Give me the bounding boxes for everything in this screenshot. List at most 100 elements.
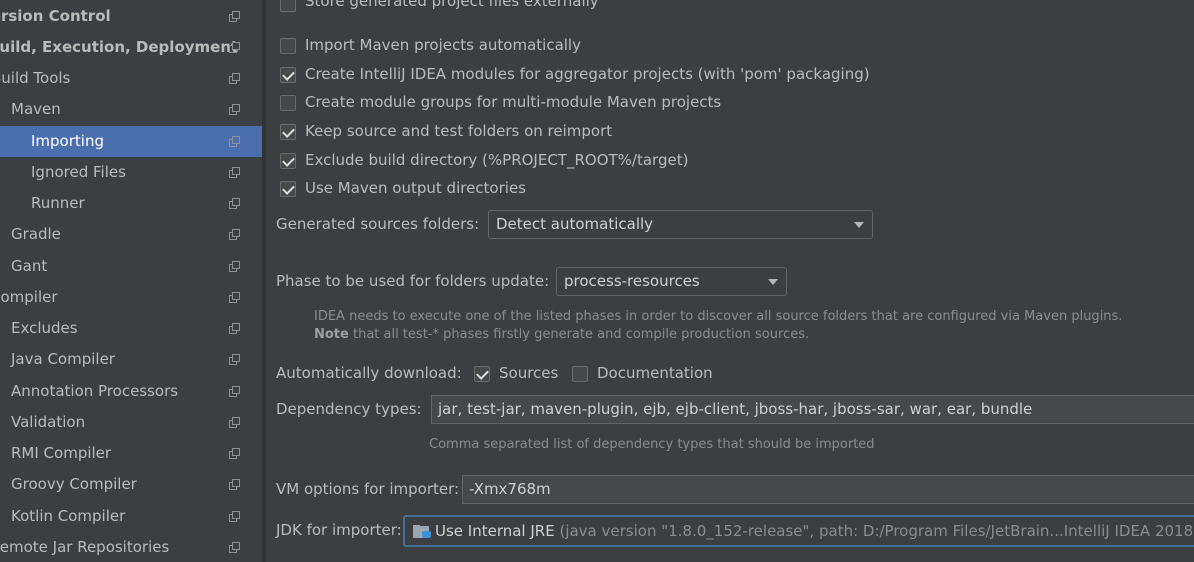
dependency-types-hint: Comma separated list of dependency types… [429, 437, 875, 452]
tree-item-gant[interactable]: Gant [0, 251, 262, 282]
use-maven-output-option[interactable]: Use Maven output directories [280, 179, 880, 201]
project-settings-icon [229, 386, 240, 397]
download-documentation-option[interactable]: Documentation [572, 364, 713, 386]
checkbox-label: Import Maven projects automatically [305, 36, 581, 54]
phase-hint-note: Note [314, 327, 349, 342]
checkbox-label: Exclude build directory (%PROJECT_ROOT%/… [305, 151, 689, 169]
tree-item-label: Version Control [0, 7, 111, 25]
tree-item-maven[interactable]: Maven [0, 94, 262, 125]
project-settings-icon [229, 136, 240, 147]
project-settings-icon [229, 73, 240, 84]
project-settings-icon [229, 354, 240, 365]
tree-item-label: Java Compiler [11, 350, 115, 368]
vm-options-value: -Xmx768m [469, 480, 551, 498]
project-settings-icon [229, 42, 240, 53]
download-sources-option[interactable]: Sources [474, 364, 559, 386]
create-module-groups-option[interactable]: Create module groups for multi-module Ma… [280, 93, 880, 115]
tree-item-label: Maven [11, 100, 61, 118]
dependency-types-value: jar, test-jar, maven-plugin, ejb, ejb-cl… [438, 400, 1033, 418]
tree-item-remote-jar-repositories[interactable]: Remote Jar Repositories [0, 532, 262, 562]
tree-item-label: Kotlin Compiler [11, 507, 126, 525]
jdk-dropdown[interactable]: Use Internal JRE (java version "1.8.0_15… [403, 515, 1194, 547]
store-externally-option[interactable]: Store generated project files externally [280, 0, 880, 16]
project-settings-icon [229, 11, 240, 22]
phase-hint-line1: IDEA needs to execute one of the listed … [314, 309, 1123, 324]
documentation-label: Documentation [597, 364, 713, 382]
tree-item-label: Validation [11, 413, 86, 431]
import-automatically-option[interactable]: Import Maven projects automatically [280, 36, 880, 58]
tree-item-excludes[interactable]: Excludes [0, 313, 262, 344]
tree-item-version-control[interactable]: Version Control [0, 1, 262, 32]
settings-tree: Version Control Build, Execution, Deploy… [0, 0, 262, 562]
tree-item-label: Compiler [0, 288, 58, 306]
project-settings-icon [229, 229, 240, 240]
jdk-label: JDK for importer: [276, 521, 402, 539]
checkbox-label: Create IntelliJ IDEA modules for aggrega… [305, 65, 870, 83]
tree-item-validation[interactable]: Validation [0, 407, 262, 438]
keep-source-folders-option[interactable]: Keep source and test folders on reimport [280, 122, 880, 144]
jdk-name: Use Internal JRE [435, 522, 555, 540]
project-settings-icon [229, 417, 240, 428]
tree-item-importing[interactable]: Importing [0, 126, 262, 157]
tree-item-build-execution-deployment[interactable]: Build, Execution, Deployment [0, 32, 262, 63]
project-settings-icon [229, 448, 240, 459]
phase-hint-text: that all test-* phases firstly generate … [348, 327, 810, 342]
tree-item-groovy-compiler[interactable]: Groovy Compiler [0, 469, 262, 500]
phase-value: process-resources [564, 272, 700, 290]
generated-sources-dropdown[interactable]: Detect automatically [488, 210, 873, 239]
generated-sources-value: Detect automatically [496, 215, 654, 233]
auto-download-label: Automatically download: [276, 364, 462, 382]
project-settings-icon [229, 292, 240, 303]
tree-item-annotation-processors[interactable]: Annotation Processors [0, 376, 262, 407]
generated-sources-label: Generated sources folders: [276, 215, 480, 233]
download-documentation-checkbox[interactable] [572, 366, 588, 382]
tree-item-label: Build, Execution, Deployment [0, 38, 239, 56]
tree-item-label: RMI Compiler [11, 444, 112, 462]
import-automatically-checkbox[interactable] [280, 38, 296, 54]
phase-hint-line2: Note that all test-* phases firstly gene… [314, 327, 809, 342]
tree-item-kotlin-compiler[interactable]: Kotlin Compiler [0, 501, 262, 532]
create-aggregator-modules-checkbox[interactable] [280, 67, 296, 83]
tree-item-label: Importing [31, 132, 104, 150]
exclude-build-directory-option[interactable]: Exclude build directory (%PROJECT_ROOT%/… [280, 151, 880, 173]
tree-item-label: Excludes [11, 319, 78, 337]
tree-item-gradle[interactable]: Gradle [0, 219, 262, 250]
vm-options-input[interactable]: -Xmx768m [462, 475, 1194, 504]
vm-options-label: VM options for importer: [276, 480, 460, 498]
tree-item-ignored-files[interactable]: Ignored Files [0, 157, 262, 188]
maven-importing-settings: Store generated project files externally… [266, 0, 1194, 562]
tree-item-label: Gant [11, 257, 48, 275]
jdk-detail: (java version "1.8.0_152-release", path:… [559, 522, 1194, 540]
store-externally-checkbox[interactable] [280, 0, 296, 12]
project-settings-icon [229, 542, 240, 553]
phase-dropdown[interactable]: process-resources [556, 267, 787, 296]
jdk-text: Use Internal JRE (java version "1.8.0_15… [435, 517, 1194, 545]
checkbox-label: Keep source and test folders on reimport [305, 122, 613, 140]
tree-item-rmi-compiler[interactable]: RMI Compiler [0, 438, 262, 469]
project-settings-icon [229, 167, 240, 178]
project-settings-icon [229, 479, 240, 490]
tree-item-label: Gradle [11, 225, 61, 243]
phase-label: Phase to be used for folders update: [276, 272, 550, 290]
keep-source-folders-checkbox[interactable] [280, 124, 296, 140]
project-settings-icon [229, 198, 240, 209]
tree-item-label: Annotation Processors [11, 382, 179, 400]
tree-item-build-tools[interactable]: Build Tools [0, 63, 262, 94]
sources-label: Sources [499, 364, 559, 382]
project-settings-icon [229, 323, 240, 334]
use-maven-output-checkbox[interactable] [280, 181, 296, 197]
tree-item-java-compiler[interactable]: Java Compiler [0, 344, 262, 375]
tree-item-runner[interactable]: Runner [0, 188, 262, 219]
create-module-groups-checkbox[interactable] [280, 95, 296, 111]
create-aggregator-modules-option[interactable]: Create IntelliJ IDEA modules for aggrega… [280, 65, 880, 87]
tree-item-label: Build Tools [0, 69, 71, 87]
chevron-down-icon [768, 279, 778, 285]
exclude-build-directory-checkbox[interactable] [280, 153, 296, 169]
checkbox-label: Create module groups for multi-module Ma… [305, 93, 722, 111]
dependency-types-input[interactable]: jar, test-jar, maven-plugin, ejb, ejb-cl… [431, 395, 1194, 424]
chevron-down-icon [854, 222, 864, 228]
jdk-folder-icon [413, 525, 431, 538]
tree-item-compiler[interactable]: Compiler [0, 282, 262, 313]
download-sources-checkbox[interactable] [474, 366, 490, 382]
checkbox-label: Store generated project files externally [305, 0, 599, 10]
